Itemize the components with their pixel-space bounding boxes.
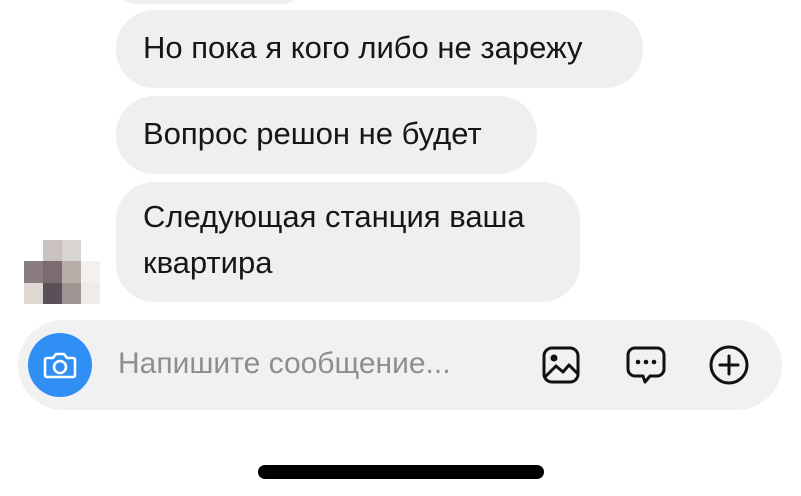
message-composer: Напишите сообщение... [18,320,782,410]
sticker-button[interactable] [624,343,668,387]
add-button[interactable] [707,343,751,387]
chat-bubble-icon [626,346,666,384]
gallery-button[interactable] [539,343,583,387]
message-text: Но пока я кого либо не зарежу [143,30,583,65]
message-bubble[interactable]: Вопрос решон не будет [116,96,537,174]
camera-button[interactable] [28,333,92,397]
previous-message-bubble [116,0,302,4]
plus-icon [709,345,749,385]
message-bubble[interactable]: Следующая станция ваша квартира [116,182,580,302]
message-input[interactable]: Напишите сообщение... [118,346,451,382]
message-text: Вопрос решон не будет [143,116,482,151]
message-text: Следующая станция ваша квартира [143,199,525,280]
home-indicator[interactable] [258,465,544,479]
message-bubble[interactable]: Но пока я кого либо не зарежу [116,10,643,88]
camera-icon [43,352,77,379]
sender-avatar[interactable] [24,240,100,304]
image-icon [542,346,580,384]
